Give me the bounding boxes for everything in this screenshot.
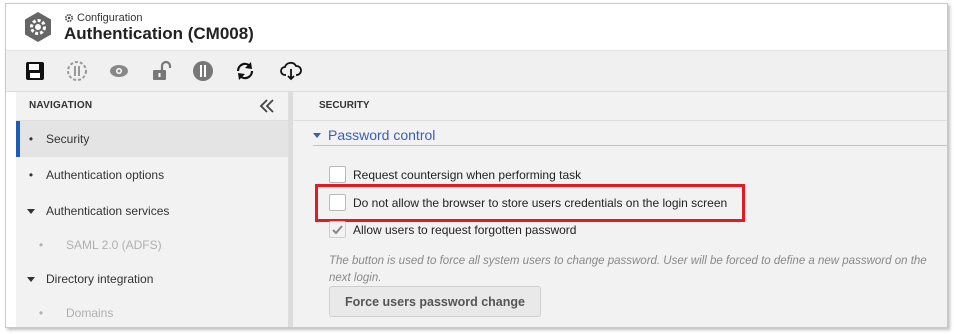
bullet-icon: •: [28, 168, 34, 182]
checkbox-request-countersign[interactable]: [329, 166, 346, 183]
cloud-download-icon: [280, 61, 302, 81]
nav-item-label: Directory integration: [46, 272, 154, 286]
view-button[interactable]: [107, 59, 131, 83]
refresh-button[interactable]: [233, 59, 257, 83]
nav-item-label: SAML 2.0 (ADFS): [66, 238, 162, 252]
bullet-icon: •: [38, 238, 44, 252]
unlock-icon: [153, 60, 172, 80]
option-request-countersign: Request countersign when performing task: [329, 166, 581, 183]
nav-item-label: Authentication services: [46, 204, 170, 218]
nav-item-authentication-services[interactable]: Authentication services: [16, 193, 288, 229]
nav-item-domains[interactable]: • Domains: [16, 297, 288, 327]
expand-triangle-icon[interactable]: [16, 276, 46, 282]
view-icon: [110, 65, 128, 77]
nav-item-security[interactable]: • Security: [16, 121, 288, 157]
gear-hexagon-icon: [25, 12, 51, 42]
save-icon: [26, 62, 44, 80]
checkbox-request-forgotten-password[interactable]: [329, 221, 346, 238]
nav-item-directory-integration[interactable]: Directory integration: [16, 261, 288, 297]
refresh-icon: [236, 62, 254, 80]
nav-item-label: Security: [46, 132, 90, 146]
toggle-button[interactable]: [191, 59, 215, 83]
toggle-icon: [193, 61, 213, 81]
gear-icon: [64, 13, 74, 23]
nav-item-label: Domains: [66, 306, 114, 320]
cloud-download-button[interactable]: [279, 59, 303, 83]
option-label: Allow users to request forgotten passwor…: [353, 222, 577, 237]
checkmark-icon: [332, 225, 343, 235]
page-header: Configuration Authentication (CM008): [6, 4, 947, 51]
expand-triangle-icon[interactable]: [16, 208, 46, 214]
enable-disable-button[interactable]: [65, 59, 89, 83]
highlight-annotation: [315, 184, 745, 222]
bullet-icon: •: [28, 132, 34, 146]
enable-disable-icon: [67, 61, 87, 81]
option-request-forgotten-password: Allow users to request forgotten passwor…: [329, 221, 576, 238]
option-label: Request countersign when performing task: [353, 167, 582, 182]
save-button[interactable]: [23, 59, 47, 83]
help-text: The button is used to force all system u…: [329, 255, 927, 284]
nav-item-authentication-options[interactable]: • Authentication options: [16, 157, 288, 193]
bullet-icon: •: [38, 306, 44, 320]
navigation-header-label: NAVIGATION: [29, 100, 93, 111]
navigation-header: NAVIGATION: [16, 92, 288, 121]
breadcrumb[interactable]: Configuration: [64, 12, 142, 24]
force-password-change-button[interactable]: Force users password change: [329, 286, 541, 317]
toolbar: [6, 51, 947, 92]
section-title: Password control: [328, 127, 436, 143]
collapse-triangle-icon: [313, 132, 321, 138]
navigation-panel: NAVIGATION • Security • Authentication o…: [16, 92, 289, 327]
app-window: Configuration Authentication (CM008) NAV…: [5, 3, 948, 328]
password-control-section-toggle[interactable]: Password control: [313, 127, 435, 143]
section-divider: [313, 145, 947, 146]
nav-item-label: Authentication options: [46, 168, 165, 182]
breadcrumb-label: Configuration: [77, 12, 143, 24]
nav-item-saml[interactable]: • SAML 2.0 (ADFS): [16, 229, 288, 261]
unlock-button[interactable]: [149, 59, 173, 83]
security-header: SECURITY: [293, 92, 947, 121]
security-panel: SECURITY Password control Request counte…: [289, 92, 947, 327]
double-chevron-left-icon[interactable]: [258, 97, 276, 115]
page-title: Authentication (CM008): [64, 24, 254, 43]
